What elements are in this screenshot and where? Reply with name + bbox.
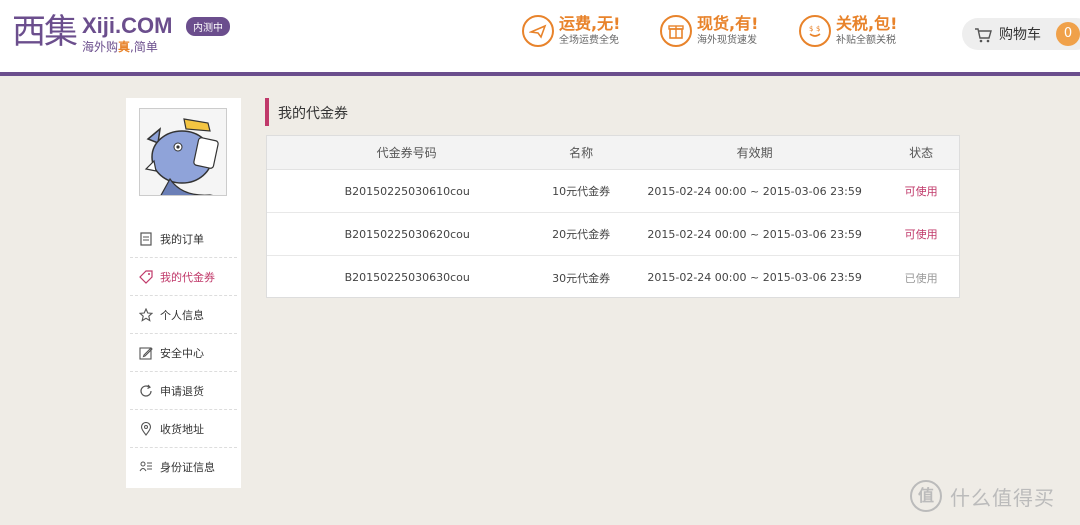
- airplane-icon: [522, 14, 554, 47]
- shopping-cart-icon: [974, 27, 992, 43]
- edit-icon: [138, 345, 154, 361]
- smile-money-icon: $ $: [799, 14, 831, 47]
- svg-text:$: $: [809, 25, 813, 33]
- id-card-icon: [138, 459, 154, 475]
- coupon-validity: 2015-02-24 00:00 ~ 2015-03-06 23:59: [647, 227, 862, 241]
- coupon-code: B20150225030620couple: [344, 227, 469, 241]
- sidebar-item-label: 我的订单: [160, 232, 204, 246]
- promo-free-shipping: 运费,无! 全场运费全免: [522, 14, 620, 47]
- cart-button[interactable]: 购物车 0: [962, 18, 1080, 50]
- coupon-name: 20元代金券: [552, 228, 611, 241]
- logo-chinese: 西集: [12, 12, 78, 52]
- page-title: 我的代金券: [278, 106, 348, 122]
- coupon-name: 10元代金券: [552, 185, 611, 198]
- column-header-status: 状态: [909, 146, 934, 160]
- promo-in-stock: 现货,有! 海外现货速发: [660, 14, 758, 47]
- watermark-logo-icon: 值: [910, 480, 942, 512]
- sidebar-item-label: 安全中心: [160, 346, 204, 360]
- gift-box-icon: [660, 14, 692, 47]
- sidebar-item-coupons[interactable]: 我的代金券: [130, 258, 237, 296]
- coupon-status: 可使用: [904, 228, 938, 241]
- sidebar-item-label: 申请退货: [160, 384, 204, 398]
- table-row: B20150225030610couple 10元代金券 2015-02-24 …: [267, 170, 959, 213]
- coupon-table: 代金券号码 名称 有效期 状态 B20150225030610couple 10…: [266, 135, 960, 298]
- promo-tax-covered: $ $ 关税,包! 补贴全额关税: [799, 14, 897, 47]
- sidebar-item-id-info[interactable]: 身份证信息: [130, 448, 237, 486]
- sidebar-item-label: 我的代金券: [160, 270, 215, 284]
- cart-label: 购物车: [999, 27, 1041, 43]
- location-pin-icon: [138, 421, 154, 437]
- section-accent-bar: [265, 98, 269, 126]
- sidebar-item-profile[interactable]: 个人信息: [130, 296, 237, 334]
- column-header-code: 代金券号码: [376, 146, 437, 160]
- avatar[interactable]: [139, 108, 227, 196]
- column-header-validity: 有效期: [736, 146, 773, 160]
- account-sidebar: 我的订单 我的代金券 个人信息 安全中心 申请退货 收货地址 身份证信息: [126, 98, 241, 488]
- coupon-status: 已使用: [904, 271, 938, 285]
- svg-text:$: $: [816, 25, 820, 33]
- table-header: 代金券号码 名称 有效期 状态: [267, 136, 959, 170]
- watermark: 值 什么值得买: [910, 480, 1055, 512]
- watermark-text: 什么值得买: [950, 485, 1055, 510]
- sidebar-item-address[interactable]: 收货地址: [130, 410, 237, 448]
- order-list-icon: [138, 231, 154, 247]
- cart-count-badge: 0: [1056, 22, 1080, 46]
- sidebar-menu: 我的订单 我的代金券 个人信息 安全中心 申请退货 收货地址 身份证信息: [130, 220, 237, 486]
- sidebar-item-label: 收货地址: [160, 422, 204, 436]
- coupon-name: 30元代金券: [552, 271, 611, 285]
- coupon-code: B20150225030610couple: [344, 184, 469, 198]
- coupon-validity: 2015-02-24 00:00 ~ 2015-03-06 23:59: [647, 184, 862, 198]
- coupon-validity: 2015-02-24 00:00 ~ 2015-03-06 23:59: [647, 271, 862, 284]
- coupon-status: 可使用: [904, 185, 938, 198]
- star-icon: [138, 307, 154, 323]
- logo-slogan: 海外购真,简单: [82, 40, 158, 54]
- sidebar-item-security[interactable]: 安全中心: [130, 334, 237, 372]
- site-header: 西集 Xiji.COM 海外购真,简单 内测中 运费,无! 全场运费全免 现货,…: [0, 0, 1080, 76]
- column-header-name: 名称: [569, 146, 594, 160]
- coupon-tag-icon: [138, 269, 154, 285]
- refresh-icon: [138, 383, 154, 399]
- coupon-code: B20150225030630couple: [344, 271, 469, 285]
- sidebar-item-label: 个人信息: [160, 308, 204, 322]
- beta-badge: 内测中: [186, 17, 230, 36]
- site-logo[interactable]: 西集 Xiji.COM 海外购真,简单: [12, 14, 172, 55]
- sidebar-item-returns[interactable]: 申请退货: [130, 372, 237, 410]
- table-row: B20150225030620couple 20元代金券 2015-02-24 …: [267, 213, 959, 256]
- table-row: B20150225030630couple 30元代金券 2015-02-24 …: [267, 256, 959, 299]
- sidebar-item-label: 身份证信息: [160, 461, 215, 474]
- sidebar-item-orders[interactable]: 我的订单: [130, 220, 237, 258]
- logo-english: Xiji.COM: [82, 13, 173, 38]
